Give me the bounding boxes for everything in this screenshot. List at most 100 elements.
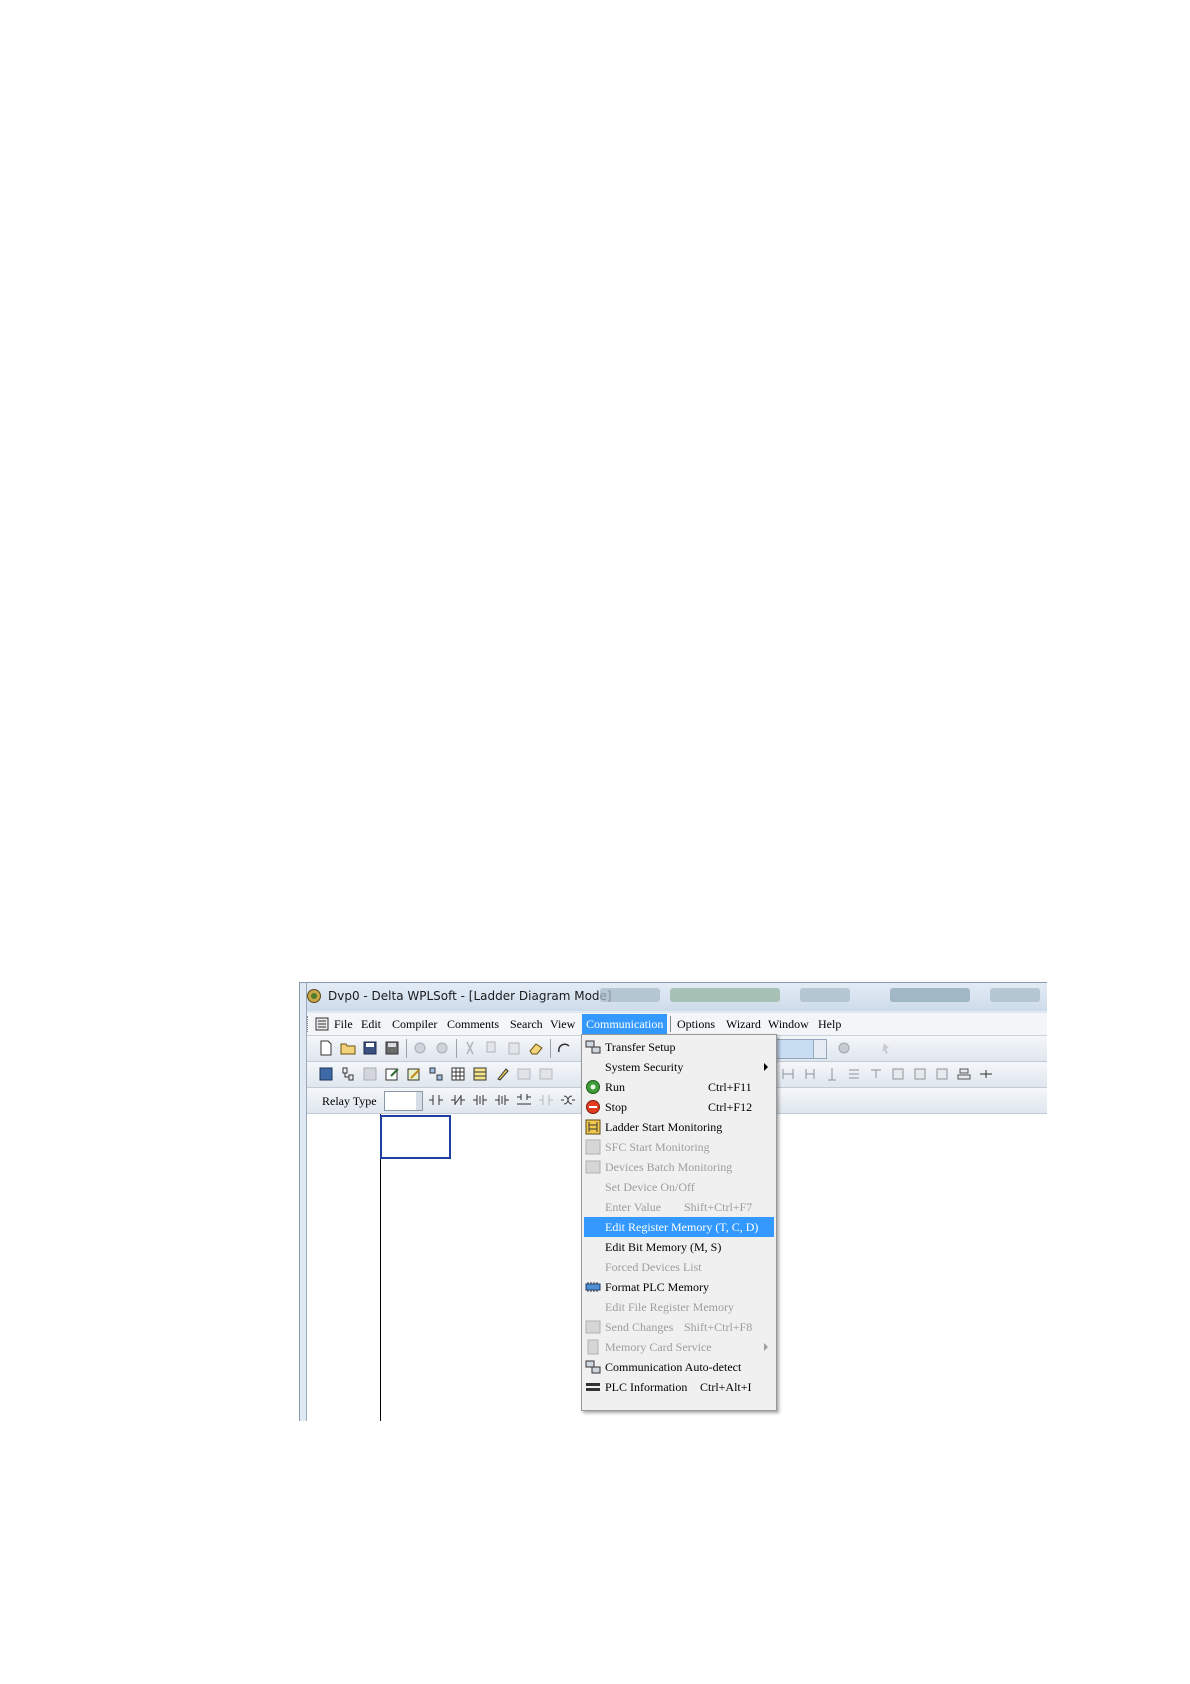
menu-edit[interactable]: Edit <box>361 1016 381 1032</box>
toolbar-separator <box>550 1039 551 1058</box>
menubar-grip <box>307 1016 311 1032</box>
memory-table-icon[interactable] <box>472 1066 488 1082</box>
ladder-tool-icon[interactable] <box>890 1066 906 1082</box>
ladder-tool-icon[interactable] <box>824 1066 840 1082</box>
edit-comment-icon[interactable] <box>384 1066 400 1082</box>
undo-icon[interactable] <box>412 1040 428 1056</box>
cut-icon[interactable] <box>462 1040 478 1056</box>
disabled-tool-icon[interactable] <box>516 1066 532 1082</box>
zoom-field[interactable] <box>776 1039 814 1059</box>
ladder-mode-icon[interactable] <box>318 1066 334 1082</box>
menu-item-shortcut: Ctrl+F12 <box>708 1100 753 1114</box>
menu-item-enter-value[interactable]: Enter Value Shift+Ctrl+F7 <box>584 1197 774 1217</box>
menu-item-label: Edit Bit Memory (M, S) <box>605 1240 722 1254</box>
menu-item-label: System Security <box>605 1060 684 1074</box>
ladder-tool-icon[interactable] <box>802 1066 818 1082</box>
batch-monitor-icon <box>585 1160 601 1174</box>
menu-item-devices-batch-monitoring[interactable]: Devices Batch Monitoring <box>584 1157 774 1177</box>
ladder-tool-icon[interactable] <box>868 1066 884 1082</box>
run-icon <box>586 1080 600 1094</box>
menu-item-stop[interactable]: Stop Ctrl+F12 <box>584 1097 774 1117</box>
menu-item-run[interactable]: Run Ctrl+F11 <box>584 1077 774 1097</box>
menu-item-set-device-on-off[interactable]: Set Device On/Off <box>584 1177 774 1197</box>
brush-icon[interactable] <box>494 1066 510 1082</box>
sfc-monitor-icon <box>585 1139 601 1155</box>
paste-icon[interactable] <box>506 1040 522 1056</box>
redo-icon[interactable] <box>434 1040 450 1056</box>
menu-compiler[interactable]: Compiler <box>392 1016 437 1032</box>
ladder-tool-icon[interactable] <box>934 1066 950 1082</box>
contact-parallel-icon[interactable] <box>516 1092 532 1108</box>
ladder-tool-icon[interactable] <box>846 1066 862 1082</box>
menu-item-label: Communication Auto-detect <box>605 1360 742 1374</box>
menu-item-ladder-start-monitoring[interactable]: Ladder Start Monitoring <box>584 1117 774 1137</box>
zoom-icon[interactable] <box>836 1040 852 1056</box>
save-icon[interactable] <box>362 1040 378 1056</box>
menu-item-shortcut: Shift+Ctrl+F8 <box>684 1320 753 1334</box>
menu-item-edit-file-register-memory[interactable]: Edit File Register Memory <box>584 1297 774 1317</box>
table-icon[interactable] <box>450 1066 466 1082</box>
contact-rise-icon[interactable] <box>472 1092 488 1108</box>
menu-options[interactable]: Options <box>677 1016 715 1032</box>
contact-fall-icon[interactable] <box>494 1092 510 1108</box>
jump-icon[interactable] <box>556 1040 572 1056</box>
menu-item-send-changes[interactable]: Send Changes Shift+Ctrl+F8 <box>584 1317 774 1337</box>
menu-comments[interactable]: Comments <box>447 1016 499 1032</box>
menu-item-label: Edit File Register Memory <box>605 1300 734 1314</box>
menu-item-edit-register-memory[interactable]: Edit Register Memory (T, C, D) <box>584 1217 774 1237</box>
toolbar-separator <box>456 1039 457 1058</box>
relay-type-combo[interactable] <box>384 1091 418 1111</box>
instruction-mode-icon[interactable] <box>362 1066 378 1082</box>
menu-item-forced-devices-list[interactable]: Forced Devices List <box>584 1257 774 1277</box>
plc-info-icon <box>586 1383 600 1391</box>
menu-item-plc-information[interactable]: PLC Information Ctrl+Alt+I <box>584 1377 774 1397</box>
contact-disabled-icon[interactable] <box>538 1092 554 1108</box>
pencil-icon[interactable] <box>406 1066 422 1082</box>
menu-item-label: Format PLC Memory <box>605 1280 709 1294</box>
document-app-icon <box>315 1017 329 1031</box>
ladder-tool-icon[interactable] <box>912 1066 928 1082</box>
ladder-tool-icon[interactable] <box>978 1066 994 1082</box>
menu-window[interactable]: Window <box>768 1016 809 1032</box>
menu-item-format-plc-memory[interactable]: Format PLC Memory <box>584 1277 774 1297</box>
ladder-left-power-rail <box>380 1114 381 1421</box>
relay-type-dropdown-button[interactable] <box>416 1091 423 1111</box>
menu-file[interactable]: File <box>334 1016 353 1032</box>
new-file-icon[interactable] <box>318 1040 334 1056</box>
submenu-arrow-icon <box>764 1063 768 1071</box>
menu-wizard[interactable]: Wizard <box>726 1016 761 1032</box>
ladder-tool-icon[interactable] <box>956 1066 972 1082</box>
relay-type-label: Relay Type <box>322 1094 377 1108</box>
menu-communication[interactable]: Communication <box>582 1014 668 1034</box>
ladder-tool-icon[interactable] <box>780 1066 796 1082</box>
menu-item-transfer-setup[interactable]: Transfer Setup <box>584 1037 774 1057</box>
menu-view[interactable]: View <box>550 1016 575 1032</box>
menu-item-sfc-start-monitoring[interactable]: SFC Start Monitoring <box>584 1137 774 1157</box>
device-list-icon[interactable] <box>428 1066 444 1082</box>
menu-item-label: Stop <box>605 1100 628 1114</box>
open-folder-icon[interactable] <box>340 1040 356 1056</box>
contact-no-icon[interactable] <box>428 1092 444 1108</box>
zoom-spinner[interactable] <box>813 1039 827 1059</box>
blurred-taskbar-area <box>800 988 850 1002</box>
eraser-icon[interactable] <box>528 1040 544 1056</box>
copy-icon[interactable] <box>484 1040 500 1056</box>
menu-item-label: Enter Value <box>605 1200 662 1214</box>
ladder-cell-cursor[interactable] <box>380 1115 451 1159</box>
menu-item-communication-auto-detect[interactable]: Communication Auto-detect <box>584 1357 774 1377</box>
menu-help[interactable]: Help <box>818 1016 841 1032</box>
wplsoft-window: Dvp0 - Delta WPLSoft - [Ladder Diagram M… <box>299 982 1047 1421</box>
menu-item-system-security[interactable]: System Security <box>584 1057 774 1077</box>
menu-search[interactable]: Search <box>510 1016 543 1032</box>
save-all-icon[interactable] <box>384 1040 400 1056</box>
menu-item-memory-card-service[interactable]: Memory Card Service <box>584 1337 774 1357</box>
contact-nc-icon[interactable] <box>450 1092 466 1108</box>
coil-icon[interactable] <box>560 1092 576 1108</box>
menu-item-edit-bit-memory[interactable]: Edit Bit Memory (M, S) <box>584 1237 774 1257</box>
disabled-tool-icon[interactable] <box>538 1066 554 1082</box>
menu-item-label: Memory Card Service <box>605 1340 712 1354</box>
menu-item-label: Send Changes <box>605 1320 674 1334</box>
help-pointer-icon[interactable] <box>878 1040 894 1056</box>
menu-separator <box>670 1016 671 1032</box>
sfc-mode-icon[interactable] <box>340 1066 356 1082</box>
